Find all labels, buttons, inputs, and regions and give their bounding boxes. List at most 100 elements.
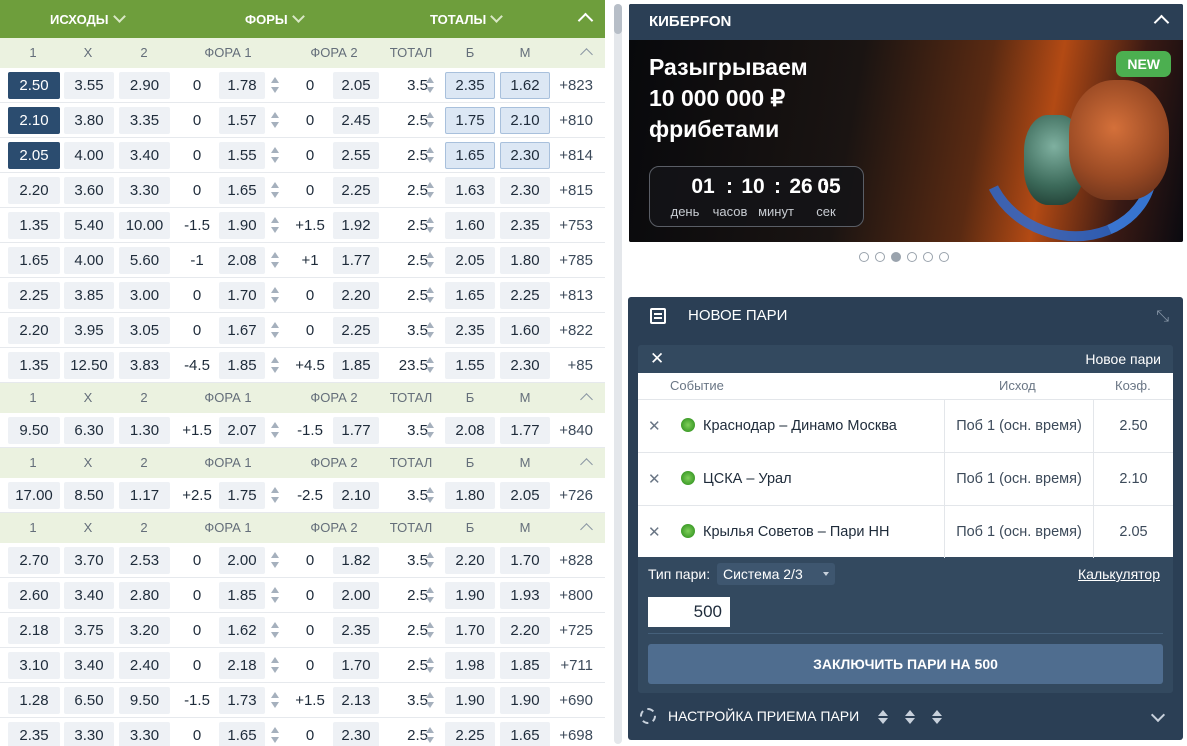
odd-ox[interactable]: 4.00 xyxy=(64,247,114,274)
sort-arrows-icon[interactable] xyxy=(271,487,279,503)
more-markets-link[interactable]: +690 xyxy=(559,687,593,714)
sort-arrows-icon[interactable] xyxy=(271,77,279,93)
odd-under[interactable]: 2.35 xyxy=(500,212,550,239)
carousel-dot[interactable] xyxy=(891,252,901,262)
odd-under[interactable]: 1.62 xyxy=(500,72,550,99)
sort-arrows-icon[interactable] xyxy=(426,77,434,93)
odd-h2o[interactable]: 1.77 xyxy=(333,417,379,444)
sort-arrows-icon[interactable] xyxy=(426,487,434,503)
sort-arrows-icon[interactable] xyxy=(271,422,279,438)
odd-o1[interactable]: 3.10 xyxy=(8,652,60,679)
sort-arrows-icon[interactable] xyxy=(271,322,279,338)
more-markets-link[interactable]: +711 xyxy=(560,652,593,679)
odd-over[interactable]: 1.80 xyxy=(445,482,495,509)
sort-arrows-icon[interactable] xyxy=(271,112,279,128)
odd-over[interactable]: 1.90 xyxy=(445,687,495,714)
promo-banner[interactable]: КИБЕРFON Разыгрываем 10 000 000 ₽ фрибет… xyxy=(629,4,1183,242)
chevron-up-icon[interactable] xyxy=(580,48,593,61)
chevron-up-icon[interactable] xyxy=(580,393,593,406)
odd-h1o[interactable]: 1.73 xyxy=(219,687,265,714)
sort-arrows-icon[interactable] xyxy=(426,552,434,568)
odd-under[interactable]: 2.10 xyxy=(500,107,550,134)
odd-h2o[interactable]: 1.92 xyxy=(333,212,379,239)
odd-h2o[interactable]: 2.05 xyxy=(333,72,379,99)
odd-under[interactable]: 2.30 xyxy=(500,142,550,169)
odd-over[interactable]: 2.35 xyxy=(445,317,495,344)
odd-h2o[interactable]: 1.70 xyxy=(333,652,379,679)
odd-h1o[interactable]: 1.85 xyxy=(219,352,265,379)
odd-o1[interactable]: 2.35 xyxy=(8,722,60,746)
more-markets-link[interactable]: +810 xyxy=(559,107,593,134)
more-markets-link[interactable]: +725 xyxy=(559,617,593,644)
odd-ox[interactable]: 3.40 xyxy=(64,582,114,609)
odd-h1o[interactable]: 1.57 xyxy=(219,107,265,134)
odd-h1o[interactable]: 2.07 xyxy=(219,417,265,444)
sort-arrows-icon[interactable] xyxy=(426,357,434,373)
odd-under[interactable]: 1.77 xyxy=(500,417,550,444)
odd-o1[interactable]: 1.35 xyxy=(8,212,60,239)
odd-o2[interactable]: 3.00 xyxy=(119,282,170,309)
sort-arrows-icon[interactable] xyxy=(426,322,434,338)
odd-over[interactable]: 1.65 xyxy=(445,282,495,309)
sort-arrows-icon[interactable] xyxy=(271,357,279,373)
odd-h2o[interactable]: 1.77 xyxy=(333,247,379,274)
chevron-up-icon[interactable] xyxy=(580,458,593,471)
odd-o1[interactable]: 2.05 xyxy=(8,142,60,169)
remove-icon[interactable]: ✕ xyxy=(648,523,661,541)
odd-o2[interactable]: 3.05 xyxy=(119,317,170,344)
odd-o2[interactable]: 2.40 xyxy=(119,652,170,679)
odd-o2[interactable]: 3.83 xyxy=(119,352,170,379)
carousel-dot[interactable] xyxy=(875,252,885,262)
chevron-down-icon[interactable] xyxy=(1150,707,1166,723)
more-markets-link[interactable]: +813 xyxy=(559,282,593,309)
odd-h1o[interactable]: 1.78 xyxy=(219,72,265,99)
odd-o2[interactable]: 9.50 xyxy=(119,687,170,714)
odd-ox[interactable]: 6.50 xyxy=(64,687,114,714)
odd-under[interactable]: 1.93 xyxy=(500,582,550,609)
scrollbar[interactable] xyxy=(614,4,622,744)
bet-settings-row[interactable]: НАСТРОЙКА ПРИЕМА ПАРИ xyxy=(628,702,1183,730)
odd-h2o[interactable]: 2.30 xyxy=(333,722,379,746)
calculator-link[interactable]: Калькулятор xyxy=(1078,563,1160,585)
odd-under[interactable]: 1.90 xyxy=(500,687,550,714)
odd-h2o[interactable]: 1.85 xyxy=(333,352,379,379)
odd-ox[interactable]: 3.95 xyxy=(64,317,114,344)
odd-under[interactable]: 2.30 xyxy=(500,177,550,204)
odd-o1[interactable]: 1.65 xyxy=(8,247,60,274)
tab-totals[interactable]: ТОТАЛЫ xyxy=(430,0,504,38)
more-markets-link[interactable]: +698 xyxy=(559,722,593,746)
sort-arrows-icon[interactable] xyxy=(426,422,434,438)
odd-h2o[interactable]: 1.82 xyxy=(333,547,379,574)
odd-under[interactable]: 1.80 xyxy=(500,247,550,274)
odd-o1[interactable]: 2.70 xyxy=(8,547,60,574)
event-name[interactable]: Краснодар – Динамо Москва xyxy=(703,400,897,452)
odd-o2[interactable]: 3.30 xyxy=(119,722,170,746)
sort-arrows-icon[interactable] xyxy=(271,587,279,603)
odd-h2o[interactable]: 2.25 xyxy=(333,177,379,204)
sort-arrows-icon[interactable] xyxy=(426,182,434,198)
scrollbar-thumb[interactable] xyxy=(614,4,622,34)
odd-ox[interactable]: 3.70 xyxy=(64,547,114,574)
odd-h2o[interactable]: 2.20 xyxy=(333,282,379,309)
sort-arrows-icon[interactable] xyxy=(271,147,279,163)
odd-o2[interactable]: 2.90 xyxy=(119,72,170,99)
odd-o2[interactable]: 2.80 xyxy=(119,582,170,609)
tab-handicaps[interactable]: ФОРЫ xyxy=(245,0,305,38)
carousel-dot[interactable] xyxy=(859,252,869,262)
odd-h1o[interactable]: 1.70 xyxy=(219,282,265,309)
minimize-icon[interactable]: ⤡ xyxy=(1156,309,1169,325)
odd-o1[interactable]: 2.10 xyxy=(8,107,60,134)
odd-over[interactable]: 1.55 xyxy=(445,352,495,379)
sort-icon[interactable] xyxy=(905,710,915,724)
more-markets-link[interactable]: +822 xyxy=(559,317,593,344)
odd-h2o[interactable]: 2.25 xyxy=(333,317,379,344)
odd-h2o[interactable]: 2.13 xyxy=(333,687,379,714)
odd-over[interactable]: 2.25 xyxy=(445,722,495,746)
odd-ox[interactable]: 3.40 xyxy=(64,652,114,679)
odd-h1o[interactable]: 2.00 xyxy=(219,547,265,574)
odd-h1o[interactable]: 1.65 xyxy=(219,722,265,746)
odd-over[interactable]: 1.90 xyxy=(445,582,495,609)
odd-ox[interactable]: 8.50 xyxy=(64,482,114,509)
more-markets-link[interactable]: +785 xyxy=(559,247,593,274)
sort-arrows-icon[interactable] xyxy=(426,252,434,268)
